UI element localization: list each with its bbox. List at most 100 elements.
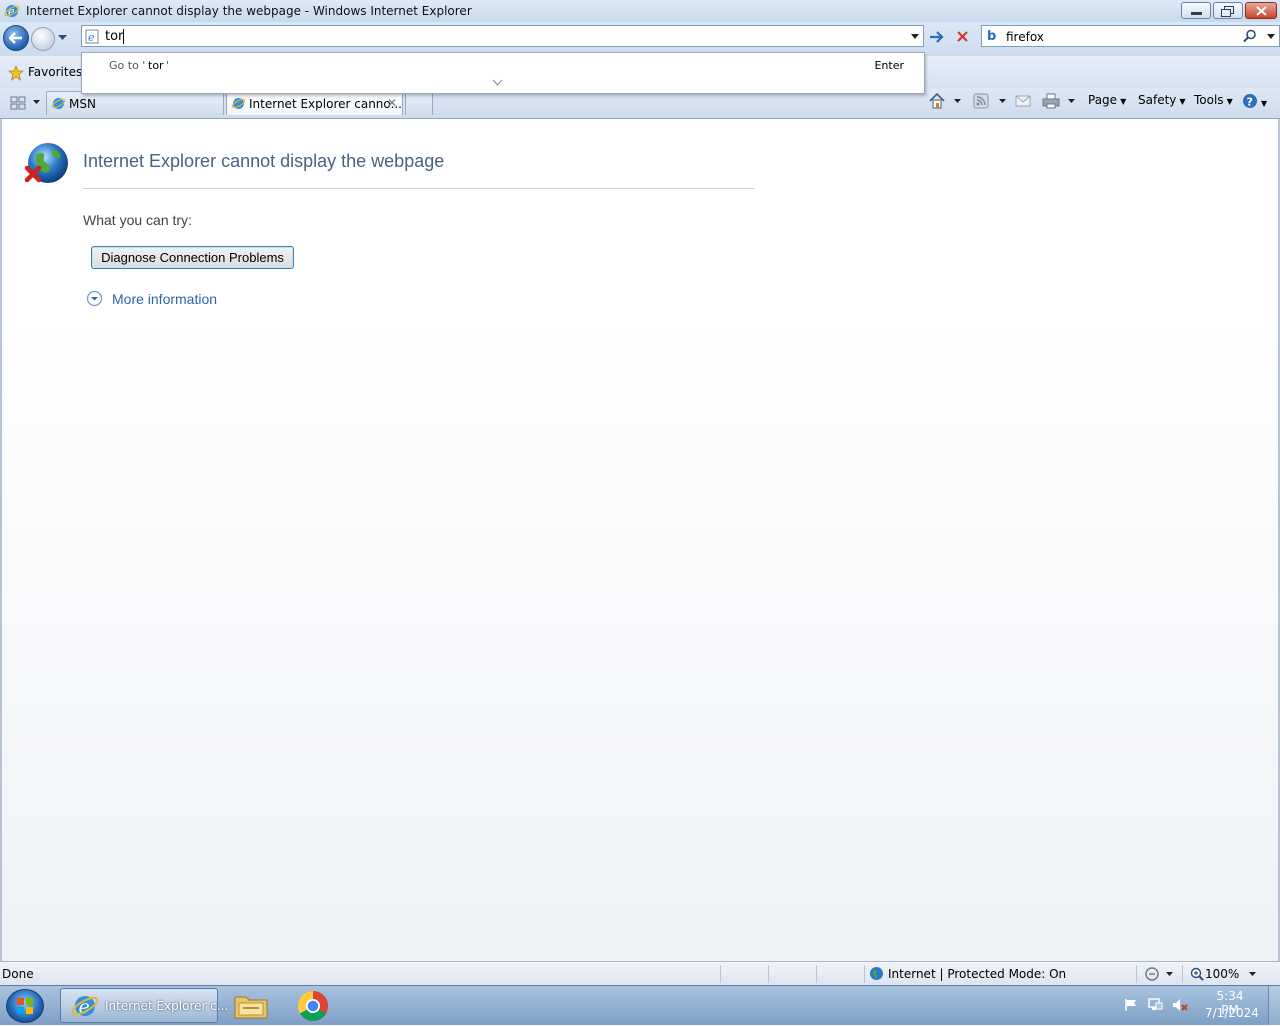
volume-muted-icon[interactable]: [1171, 997, 1189, 1013]
status-divider: [1182, 965, 1183, 983]
ie-tab-icon: [231, 96, 246, 114]
autocomplete-term: tor: [148, 59, 164, 72]
security-zone-text[interactable]: Internet | Protected Mode: On: [888, 967, 1066, 981]
chevron-down-icon: ▼: [1179, 97, 1186, 106]
mail-icon[interactable]: [1015, 94, 1031, 108]
minimize-button[interactable]: [1181, 2, 1211, 19]
safety-menu[interactable]: Safety ▼: [1138, 93, 1186, 113]
favorites-star-icon[interactable]: [8, 65, 24, 81]
safety-menu-label: Safety: [1138, 93, 1177, 107]
search-input[interactable]: firefox: [1006, 30, 1044, 44]
windows-logo-icon: [17, 998, 33, 1014]
status-bar: Done Internet | Protected Mode: On 100%: [0, 961, 1280, 986]
stop-x-icon: [957, 31, 968, 42]
more-information-link[interactable]: More information: [112, 291, 217, 307]
ie-tab-icon: [51, 96, 66, 114]
back-button[interactable]: [3, 25, 29, 51]
feeds-icon[interactable]: [973, 93, 989, 109]
taskbar-ie-button[interactable]: e Internet Explorer c...: [60, 988, 228, 1023]
page-menu[interactable]: Page ▼: [1088, 93, 1126, 113]
page-content: Internet Explorer cannot display the web…: [0, 119, 1280, 961]
tab-list-dropdown-icon[interactable]: [33, 100, 40, 105]
action-center-flag-icon[interactable]: [1124, 998, 1138, 1012]
svg-text:?: ?: [1247, 96, 1253, 109]
autocomplete-goto-prefix: Go to ': [109, 59, 146, 72]
home-dropdown-icon[interactable]: [954, 99, 961, 104]
ie-logo-icon: e: [4, 3, 20, 22]
favorites-button[interactable]: Favorites: [28, 65, 82, 79]
diagnose-connection-button[interactable]: Diagnose Connection Problems: [91, 246, 294, 269]
internet-zone-globe-icon: [870, 967, 883, 980]
chevron-down-icon[interactable]: [492, 79, 503, 86]
network-icon[interactable]: [1147, 997, 1163, 1013]
chevron-down-icon: ▼: [1226, 97, 1233, 106]
search-box[interactable]: b firefox: [981, 25, 1280, 47]
status-divider: [720, 965, 721, 983]
status-divider: [768, 965, 769, 983]
autocomplete-goto-item[interactable]: Go to ' tor ' Enter: [82, 53, 924, 79]
expand-chevron-icon: [86, 290, 103, 307]
autocomplete-goto-suffix: ': [166, 59, 170, 72]
start-button[interactable]: [6, 989, 44, 1023]
svg-text:e: e: [88, 31, 95, 44]
help-icon: ?: [1243, 94, 1257, 109]
close-window-button[interactable]: [1245, 2, 1277, 19]
help-menu[interactable]: ? ▼: [1242, 93, 1267, 113]
tab-msn[interactable]: MSN: [46, 91, 224, 115]
bing-icon: b: [987, 29, 997, 44]
close-icon: [1256, 6, 1267, 16]
zoom-dropdown-icon[interactable]: [1249, 972, 1256, 977]
restore-button[interactable]: [1213, 2, 1243, 19]
taskbar-explorer-button[interactable]: [233, 991, 269, 1021]
quick-tabs-grid-icon: [10, 96, 26, 110]
page-menu-label: Page: [1088, 93, 1118, 107]
go-button[interactable]: [926, 27, 948, 47]
window-title: Internet Explorer cannot display the web…: [26, 4, 472, 18]
search-options-dropdown-icon[interactable]: [1267, 34, 1275, 39]
addon-dropdown-icon[interactable]: [1166, 972, 1173, 977]
zoom-icon[interactable]: [1190, 967, 1204, 981]
address-input[interactable]: tor: [105, 29, 123, 44]
protected-mode-icon[interactable]: [1143, 966, 1161, 982]
more-information-toggle[interactable]: More information: [86, 290, 217, 310]
home-icon[interactable]: [928, 92, 946, 110]
forward-button[interactable]: [31, 27, 55, 51]
recent-pages-dropdown-icon[interactable]: [58, 35, 67, 41]
feeds-dropdown-icon[interactable]: [999, 99, 1006, 104]
print-dropdown-icon[interactable]: [1068, 99, 1075, 104]
quick-tabs-button[interactable]: [6, 92, 30, 114]
chevron-down-icon: ▼: [1261, 99, 1268, 108]
arrow-left-icon: [9, 32, 22, 44]
taskbar-ie-label: Internet Explorer c...: [105, 999, 229, 1013]
error-title: Internet Explorer cannot display the web…: [83, 151, 445, 171]
tab-label: Internet Explorer canno...: [249, 97, 402, 111]
address-dropdown-icon[interactable]: [911, 34, 919, 39]
close-tab-icon[interactable]: ✕: [387, 96, 397, 110]
autocomplete-enter-hint: Enter: [874, 59, 904, 72]
taskbar-chrome-button[interactable]: [296, 989, 330, 1023]
status-divider: [864, 965, 865, 983]
new-tab-button[interactable]: [405, 91, 433, 115]
address-autocomplete-popup: Go to ' tor ' Enter: [81, 52, 925, 94]
navigation-bar: e tor b firefox: [0, 22, 1280, 56]
search-icon[interactable]: [1243, 29, 1257, 43]
clock-date[interactable]: 7/1/2024: [1205, 1006, 1259, 1020]
ie-logo-icon: e: [71, 996, 99, 1018]
chrome-icon: [297, 991, 329, 1022]
tab-label: MSN: [69, 97, 96, 111]
chevron-down-icon: ▼: [1120, 97, 1127, 106]
folder-icon: [234, 996, 268, 1019]
text-caret: [123, 29, 124, 44]
address-bar[interactable]: e tor: [81, 25, 924, 47]
show-desktop-button[interactable]: [1268, 986, 1280, 1025]
status-divider: [816, 965, 817, 983]
tools-menu[interactable]: Tools ▼: [1194, 93, 1233, 113]
print-icon[interactable]: [1042, 93, 1060, 109]
windows-taskbar: e Internet Explorer c... 5:34 PM 7/1/202…: [0, 985, 1280, 1025]
stop-button[interactable]: [952, 27, 974, 47]
zoom-level[interactable]: 100%: [1205, 967, 1239, 981]
status-text: Done: [2, 967, 34, 981]
error-globe-icon: [24, 141, 70, 187]
what-you-can-try-label: What you can try:: [83, 212, 192, 228]
tab-error-page[interactable]: Internet Explorer canno... ✕: [226, 91, 403, 115]
